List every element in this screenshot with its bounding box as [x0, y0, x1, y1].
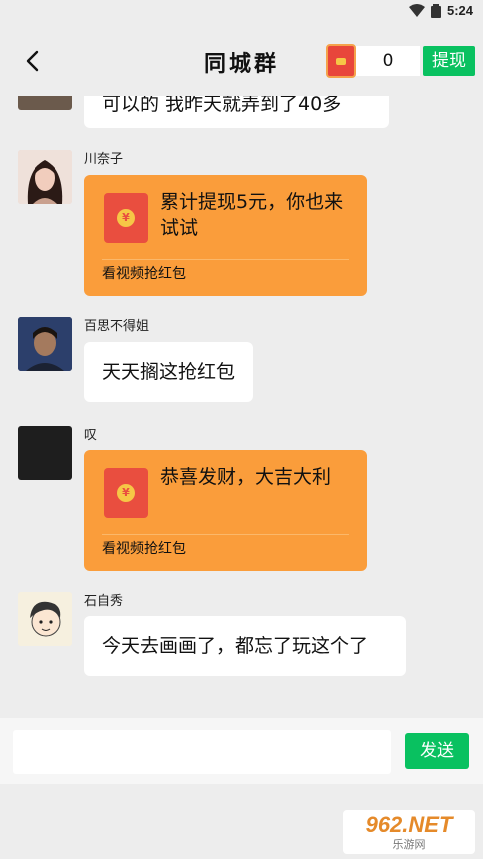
back-arrow-icon [26, 50, 39, 72]
red-packet-icon [326, 44, 356, 78]
red-packet-footer: 看视频抢红包 [102, 541, 186, 557]
message-bubble[interactable]: 今天去画画了，都忘了玩这个了 [84, 616, 406, 676]
avatar[interactable] [18, 317, 72, 371]
message-bubble[interactable]: 可以的 我昨天就弄到了40多 [84, 96, 389, 128]
message-text: 今天去画画了，都忘了玩这个了 [102, 635, 369, 657]
message-bubble[interactable]: 天天搁这抢红包 [84, 342, 254, 402]
chat-header: 同城群 0 提现 [0, 24, 483, 96]
status-right: 5:24 [408, 3, 473, 18]
boy-avatar-icon [18, 317, 72, 371]
message-item: 可以的 我昨天就弄到了40多 [0, 96, 483, 128]
withdraw-button[interactable]: 提现 [423, 46, 475, 76]
red-packet-icon: ¥ [104, 468, 148, 518]
battery-icon [430, 3, 441, 18]
message-text: 天天搁这抢红包 [102, 361, 236, 383]
status-time: 5:24 [446, 3, 473, 18]
sender-name: 川奈子 [84, 152, 124, 167]
site-watermark: 962.NET 乐游网 [343, 810, 475, 854]
cartoon-avatar-icon [18, 592, 72, 646]
divider [102, 534, 349, 535]
sender-name: 石自秀 [84, 594, 124, 609]
message-item: 石自秀 今天去画画了，都忘了玩这个了 [0, 592, 483, 712]
back-button[interactable] [18, 46, 48, 76]
message-item: 川奈子 ¥ 累计提现5元，你也来试试 看视频抢红包 [0, 150, 483, 300]
balance-value: 0 [356, 46, 420, 76]
message-text: 可以的 我昨天就弄到了40多 [102, 96, 342, 115]
wifi-icon [408, 3, 425, 17]
sender-name: 叹 [84, 428, 98, 443]
red-packet-icon: ¥ [104, 193, 148, 243]
sender-name: 百思不得姐 [84, 319, 150, 334]
message-item: 百思不得姐 天天搁这抢红包 [0, 317, 483, 407]
avatar[interactable] [18, 150, 72, 204]
message-input[interactable] [13, 730, 391, 774]
status-bar: 5:24 [0, 0, 483, 24]
red-packet-text: 累计提现5元，你也来试试 [160, 191, 344, 239]
red-packet-card[interactable]: ¥ 恭喜发财，大吉大利 看视频抢红包 [84, 450, 367, 571]
watermark-logo: 962.NET [365, 812, 453, 837]
avatar[interactable] [18, 426, 72, 480]
girl-avatar-icon [18, 150, 72, 204]
red-packet-text: 恭喜发财，大吉大利 [160, 466, 332, 488]
input-bar: 发送 [0, 718, 483, 784]
red-packet-card[interactable]: ¥ 累计提现5元，你也来试试 看视频抢红包 [84, 175, 367, 296]
watermark-sub: 乐游网 [392, 838, 426, 851]
chat-list[interactable]: 可以的 我昨天就弄到了40多 川奈子 ¥ 累计提现5元，你也来试试 看视频抢红包 [0, 96, 483, 718]
avatar[interactable] [18, 96, 72, 110]
red-packet-footer: 看视频抢红包 [102, 266, 186, 282]
send-button[interactable]: 发送 [405, 733, 469, 769]
divider [102, 259, 349, 260]
message-item: 叹 ¥ 恭喜发财，大吉大利 看视频抢红包 [0, 426, 483, 576]
avatar[interactable] [18, 592, 72, 646]
